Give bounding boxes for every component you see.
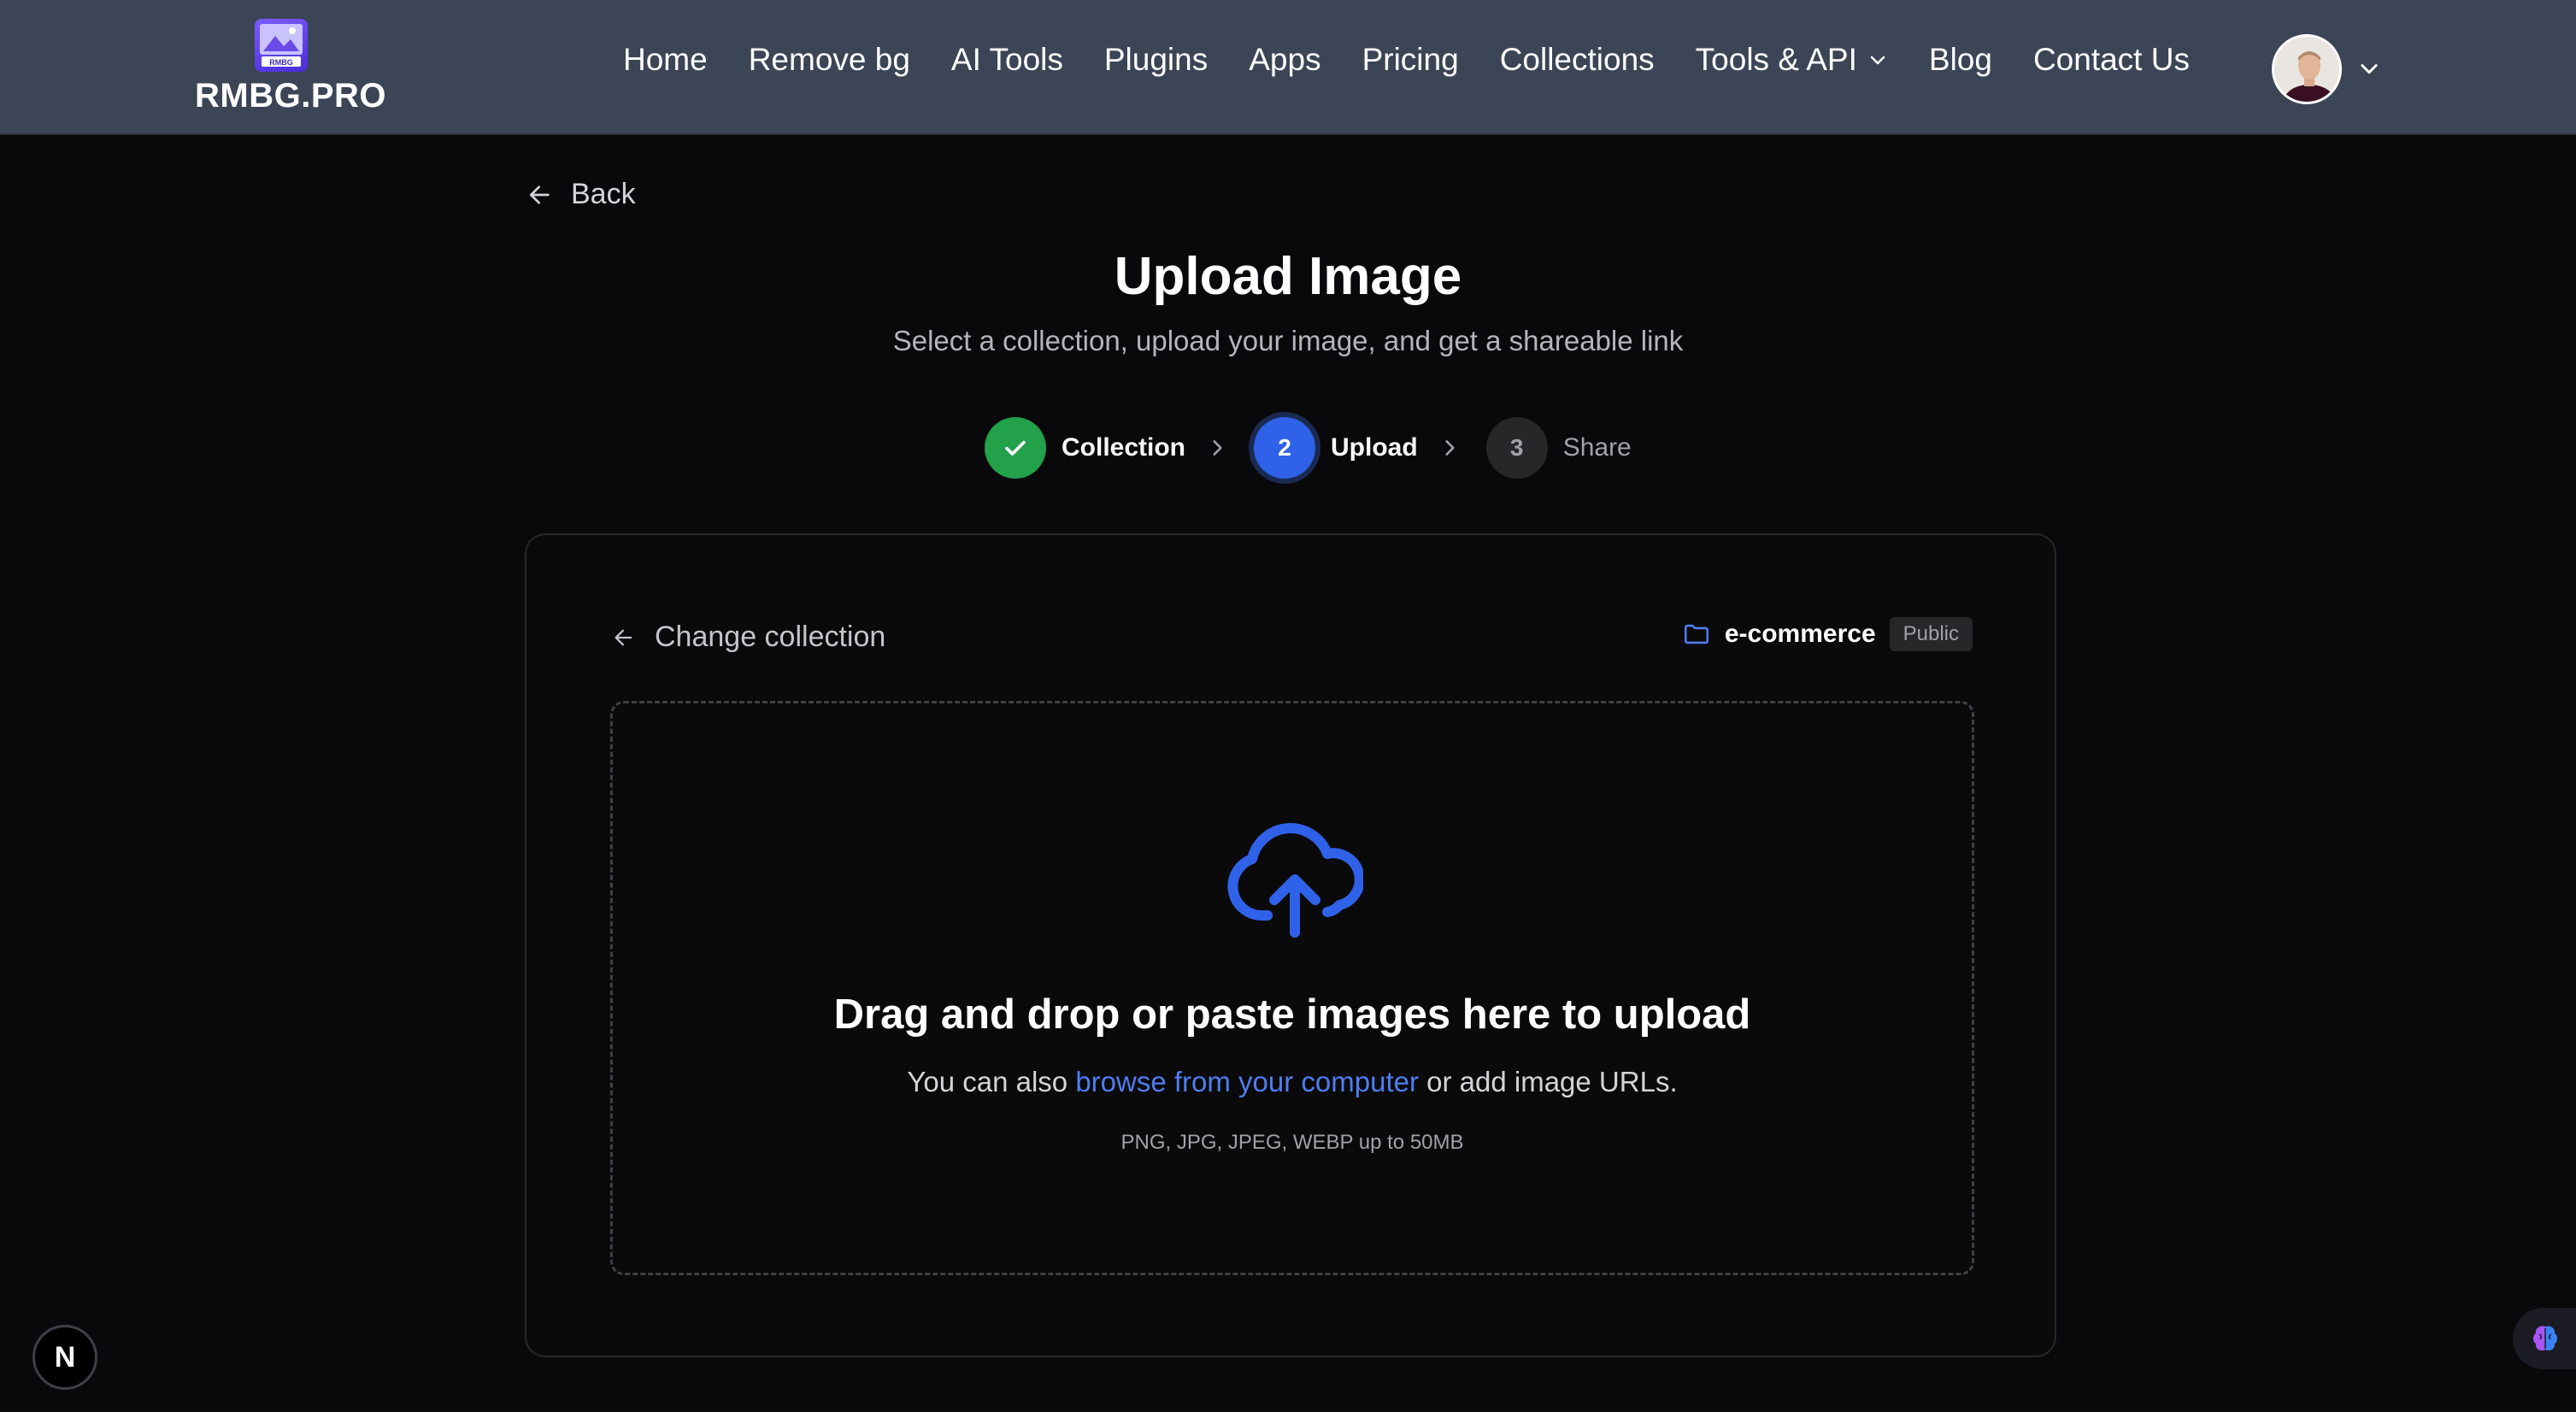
change-collection-label: Change collection	[655, 621, 886, 653]
nav-pricing[interactable]: Pricing	[1362, 42, 1459, 78]
upload-stepper: Collection 2 Upload 3 Share	[985, 417, 1652, 479]
cloud-upload-icon	[1227, 823, 1363, 938]
nav-plugins[interactable]: Plugins	[1104, 42, 1208, 78]
nextjs-dev-badge[interactable]: N	[32, 1325, 97, 1390]
nav-ai-tools[interactable]: AI Tools	[951, 42, 1063, 78]
visibility-badge: Public	[1889, 617, 1973, 651]
file-types-hint: PNG, JPG, JPEG, WEBP up to 50MB	[1120, 1131, 1464, 1154]
browse-computer-link[interactable]: browse from your computer	[1075, 1066, 1419, 1097]
nav-tools-api-label: Tools & API	[1695, 42, 1857, 77]
back-link[interactable]: Back	[526, 178, 636, 211]
brain-icon	[2533, 1326, 2557, 1351]
folder-icon	[1684, 624, 1709, 644]
back-label: Back	[571, 178, 636, 210]
step-2-indicator: 2	[1254, 417, 1316, 479]
arrow-left-icon	[615, 629, 632, 645]
nav-apps[interactable]: Apps	[1249, 42, 1320, 78]
nav-contact-us[interactable]: Contact Us	[2033, 42, 2190, 78]
logo-text: RMBG.PRO	[195, 77, 386, 115]
dropzone-title: Drag and drop or paste images here to up…	[833, 991, 1751, 1038]
nav-remove-bg[interactable]: Remove bg	[749, 42, 910, 78]
chevron-right-icon	[1445, 440, 1455, 456]
chevron-down-icon	[1870, 56, 1885, 65]
step-3-label: Share	[1562, 433, 1632, 462]
change-collection-button[interactable]: Change collection	[612, 621, 885, 654]
arrow-left-icon	[530, 185, 550, 204]
site-logo[interactable]: RMBG RMBG.PRO	[195, 17, 386, 118]
assistant-widget[interactable]	[2513, 1308, 2576, 1369]
collection-name: e-commerce	[1724, 620, 1876, 648]
nav-home[interactable]: Home	[623, 42, 708, 78]
logo-badge-text: RMBG	[269, 58, 293, 67]
nav-blog[interactable]: Blog	[1929, 42, 1992, 78]
nav-collections[interactable]: Collections	[1500, 42, 1655, 78]
dropzone-sub-prefix: You can also	[907, 1066, 1076, 1097]
main-nav: Home Remove bg AI Tools Plugins Apps Pri…	[623, 0, 2231, 120]
check-icon	[1005, 440, 1026, 456]
selected-collection: e-commerce Public	[1682, 617, 1973, 651]
nav-tools-api[interactable]: Tools & API	[1696, 42, 1888, 78]
step-3-indicator: 3	[1485, 417, 1548, 479]
dropzone-subtitle: You can also browse from your computer o…	[613, 1066, 1972, 1098]
image-dropzone[interactable]: Drag and drop or paste images here to up…	[610, 701, 1974, 1275]
step-1-label: Collection	[1062, 433, 1186, 462]
top-navbar: RMBG RMBG.PRO Home Remove bg AI Tools Pl…	[0, 0, 2576, 135]
page-subtitle: Select a collection, upload your image, …	[892, 325, 1684, 356]
user-menu-chevron-down-icon[interactable]	[2357, 56, 2381, 80]
step-1-indicator	[985, 417, 1046, 479]
page-title: Upload Image	[1114, 247, 1462, 306]
logo-image: RMBG	[255, 19, 308, 72]
step-2-label: Upload	[1331, 433, 1418, 462]
dropzone-sub-suffix: or add image URLs.	[1418, 1066, 1678, 1097]
chevron-right-icon	[1213, 440, 1222, 456]
upload-card: Change collection e-commerce Public Drag…	[525, 533, 2056, 1357]
user-avatar[interactable]	[2272, 34, 2342, 104]
